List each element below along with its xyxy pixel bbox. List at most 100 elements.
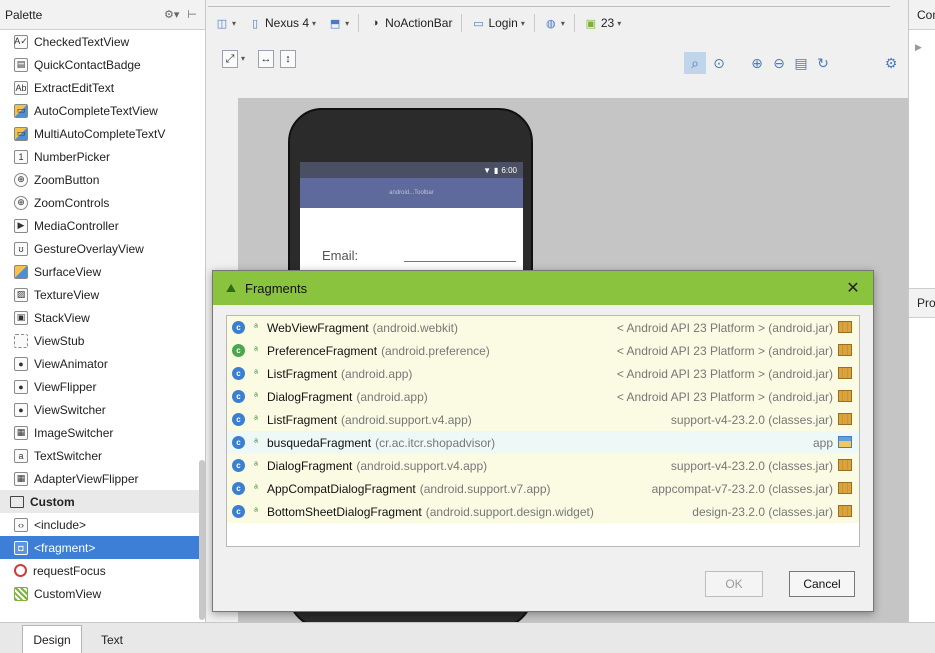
zoom-fit-icon[interactable]: ⊙ (708, 52, 730, 74)
texture-view-icon: ▨ (14, 287, 28, 302)
zoom-out-icon[interactable]: ⊖ (768, 52, 790, 74)
palette-category-custom[interactable]: Custom (0, 490, 205, 513)
palette-item[interactable]: ● ViewSwitcher (0, 398, 205, 421)
public-access-icon: ᵃ (254, 391, 258, 402)
palette-item[interactable]: ▦ ImageSwitcher (0, 421, 205, 444)
class-name: DialogFragment (267, 389, 353, 404)
theme-label: NoActionBar (385, 16, 453, 30)
palette-item[interactable]: ⊕ ZoomControls (0, 191, 205, 214)
class-icon: c (232, 436, 245, 449)
list-item[interactable]: c ᵃ DialogFragment (android.app) < Android A… (227, 385, 859, 408)
palette-item-label: MediaController (34, 218, 119, 233)
properties-header: Properties (909, 288, 935, 318)
app-toolbar[interactable]: android...Toolbar (300, 178, 523, 208)
orientation-selector[interactable]: ⬒ ▾ (325, 13, 352, 33)
palette-item[interactable]: ▶ MediaController (0, 214, 205, 237)
palette-item[interactable]: ◘ <fragment> (0, 536, 205, 559)
list-item[interactable]: c ᵃ WebViewFragment (android.webkit) < Andro… (227, 316, 859, 339)
class-package: (android.support.v4.app) (356, 458, 488, 473)
palette-item[interactable]: ▭ MultiAutoCompleteTextV (0, 122, 205, 145)
refresh-icon[interactable]: ↻ (812, 52, 834, 74)
palette-item[interactable]: a TextSwitcher (0, 444, 205, 467)
list-item[interactable]: c ᵃ AppCompatDialogFragment (android.suppor… (227, 477, 859, 500)
public-access-icon: ᵃ (254, 345, 258, 356)
zoom-in-icon[interactable]: ⊕ (746, 52, 768, 74)
palette-item[interactable]: ⊕ ZoomButton (0, 168, 205, 191)
class-source: < Android API 23 Platform > (android.jar… (616, 320, 833, 335)
palette-item[interactable]: ▤ QuickContactBadge (0, 53, 205, 76)
class-icon: c (232, 321, 245, 334)
list-item[interactable]: c ᵃ PreferenceFragment (android.preference)… (227, 339, 859, 362)
fragment-result-list: c ᵃ WebViewFragment (android.webkit) < Andro… (226, 315, 860, 547)
list-item[interactable]: c ᵃ DialogFragment (android.support.v4.app)… (227, 454, 859, 477)
palette-item[interactable]: ViewStub (0, 329, 205, 352)
list-item[interactable]: c ᵃ BottomSheetDialogFragment (android.supp… (227, 500, 859, 523)
class-source: support-v4-23.2.0 (classes.jar) (670, 412, 833, 427)
palette-item[interactable]: requestFocus (0, 559, 205, 582)
email-field[interactable] (404, 261, 516, 262)
palette-item[interactable]: ▭ AutoCompleteTextView (0, 99, 205, 122)
activity-selector[interactable]: ▭ Login ▾ (468, 13, 527, 33)
class-icon: c (232, 459, 245, 472)
class-name: ListFragment (267, 366, 338, 381)
api-selector[interactable]: ▣ 23 ▾ (581, 13, 624, 33)
close-icon[interactable]: ✕ (843, 278, 863, 298)
palette-item-label: CustomView (34, 586, 102, 601)
ok-button[interactable]: OK (705, 571, 763, 597)
palette-item[interactable]: Ab ExtractEditText (0, 76, 205, 99)
class-source: < Android API 23 Platform > (android.jar… (616, 389, 833, 404)
palette-scrollbar[interactable] (199, 460, 205, 620)
library-icon (838, 390, 852, 402)
locale-selector[interactable]: ◍ ▾ (541, 13, 568, 33)
list-item[interactable]: c ᵃ ListFragment (android.app) < Android API… (227, 362, 859, 385)
palette-item[interactable]: ● ViewFlipper (0, 375, 205, 398)
checked-text-icon: A✓ (14, 34, 28, 49)
layout-toolbar: ◫ ▾ ▯ Nexus 4 ▾ ⬒ ▾ ◑ NoActionBar ▭ Login ▾ ◍ ▾ … (212, 12, 907, 34)
theme-selector[interactable]: ◑ NoActionBar (365, 13, 455, 33)
palette-item[interactable]: ● ViewAnimator (0, 352, 205, 375)
gear-icon[interactable]: ⚙▾ (164, 8, 179, 21)
palette-item[interactable]: SurfaceView (0, 260, 205, 283)
palette-item[interactable]: A✓ CheckedTextView (0, 30, 205, 53)
palette-item[interactable]: ‹› <include> (0, 513, 205, 536)
public-access-icon: ᵃ (254, 368, 258, 379)
gesture-overlay-icon: ʊ (14, 241, 28, 256)
palette-item[interactable]: ʊ GestureOverlayView (0, 237, 205, 260)
fit-icon[interactable]: ⤢ (222, 50, 238, 68)
render-options-button[interactable]: ◫ ▾ (212, 13, 239, 33)
cancel-button[interactable]: Cancel (789, 571, 855, 597)
expand-vertical-icon[interactable]: ↕ (280, 50, 296, 68)
expand-horizontal-icon[interactable]: ↔ (258, 50, 274, 68)
palette-item-label: <include> (34, 517, 87, 532)
class-package: (android.webkit) (372, 320, 458, 335)
palette-item-label: CheckedTextView (34, 34, 130, 49)
tab-design[interactable]: Design (22, 625, 82, 653)
tab-text[interactable]: Text (86, 625, 138, 653)
device-selector[interactable]: ▯ Nexus 4 ▾ (245, 13, 319, 33)
library-icon (838, 344, 852, 356)
preview-icon[interactable]: ▤ (790, 52, 812, 74)
image-switcher-icon: ▦ (14, 425, 28, 440)
palette-item-label: ZoomControls (34, 195, 110, 210)
class-name: AppCompatDialogFragment (267, 481, 416, 496)
expand-arrow-icon[interactable]: ▶ (915, 42, 922, 53)
palette-item[interactable]: ▨ TextureView (0, 283, 205, 306)
canvas-toolbar: ⤢ ▾ ↔ ↕ ⌕ ⊙ ⊕ ⊖ ▤ ↻ ⚙ (212, 48, 907, 74)
zoom-actual-icon[interactable]: ⌕ (684, 52, 706, 74)
list-item[interactable]: c ᵃ busquedaFragment (cr.ac.itcr.shopadviso… (227, 431, 859, 454)
palette-item-label: ExtractEditText (34, 80, 115, 95)
settings-gear-icon[interactable]: ⚙ (880, 52, 902, 74)
class-name: ListFragment (267, 412, 338, 427)
palette-item-label: ViewAnimator (34, 356, 108, 371)
autocomplete-icon: ▭ (14, 103, 28, 118)
palette-item[interactable]: ▣ StackView (0, 306, 205, 329)
stack-view-icon: ▣ (14, 310, 28, 325)
palette-item-label: StackView (34, 310, 90, 325)
device-icon: ▯ (251, 17, 259, 30)
palette-item[interactable]: 1 NumberPicker (0, 145, 205, 168)
palette-item-label: ViewSwitcher (34, 402, 106, 417)
palette-item[interactable]: CustomView (0, 582, 205, 605)
list-item[interactable]: c ᵃ ListFragment (android.support.v4.app) su… (227, 408, 859, 431)
pin-icon[interactable]: ⊢ (187, 8, 197, 21)
palette-item[interactable]: ▦ AdapterViewFlipper (0, 467, 205, 490)
